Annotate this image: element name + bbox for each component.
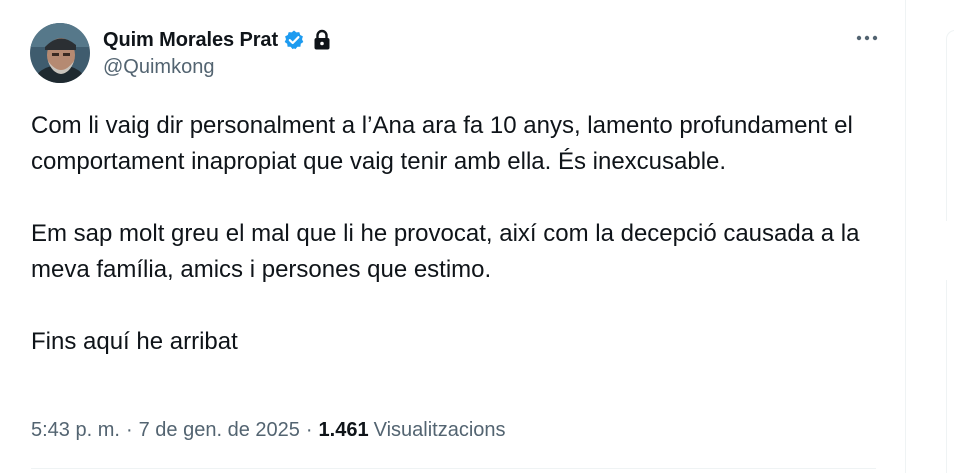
tweet-paragraph: Em sap molt greu el mal que li he provoc… [31,220,860,283]
author-handle[interactable]: @Quimkong [103,56,214,79]
divider [31,468,876,469]
author-display-name[interactable]: Quim Morales Prat [103,29,278,52]
more-dots-icon [856,35,878,41]
views-label: Visualitzacions [373,419,506,441]
protected-lock-icon [313,29,331,51]
avatar-photo-icon [30,23,90,83]
sidebar-panel-edge [946,280,954,473]
sidebar-panel-edge [946,30,954,221]
tweet-meta: 5:43 p. m. · 7 de gen. de 2025 · 1.461 V… [31,419,506,442]
tweet-body: Com li vaig dir personalment a l’Ana ara… [31,108,891,360]
more-options-button[interactable] [850,24,884,52]
meta-separator: · [305,419,313,441]
tweet-paragraph: Com li vaig dir personalment a l’Ana ara… [31,112,853,175]
tweet-date[interactable]: 7 de gen. de 2025 [139,419,300,442]
tweet-paragraph: Fins aquí he arribat [31,328,238,355]
tweet-time[interactable]: 5:43 p. m. [31,419,120,442]
tweet-card: Quim Morales Prat @Quimkong Com li vaig … [0,0,906,473]
verified-badge-icon[interactable] [283,29,305,51]
views-count: 1.461 [318,419,369,441]
author-avatar[interactable] [30,23,90,83]
author-name-row: Quim Morales Prat [103,26,331,54]
meta-separator: · [125,419,133,441]
